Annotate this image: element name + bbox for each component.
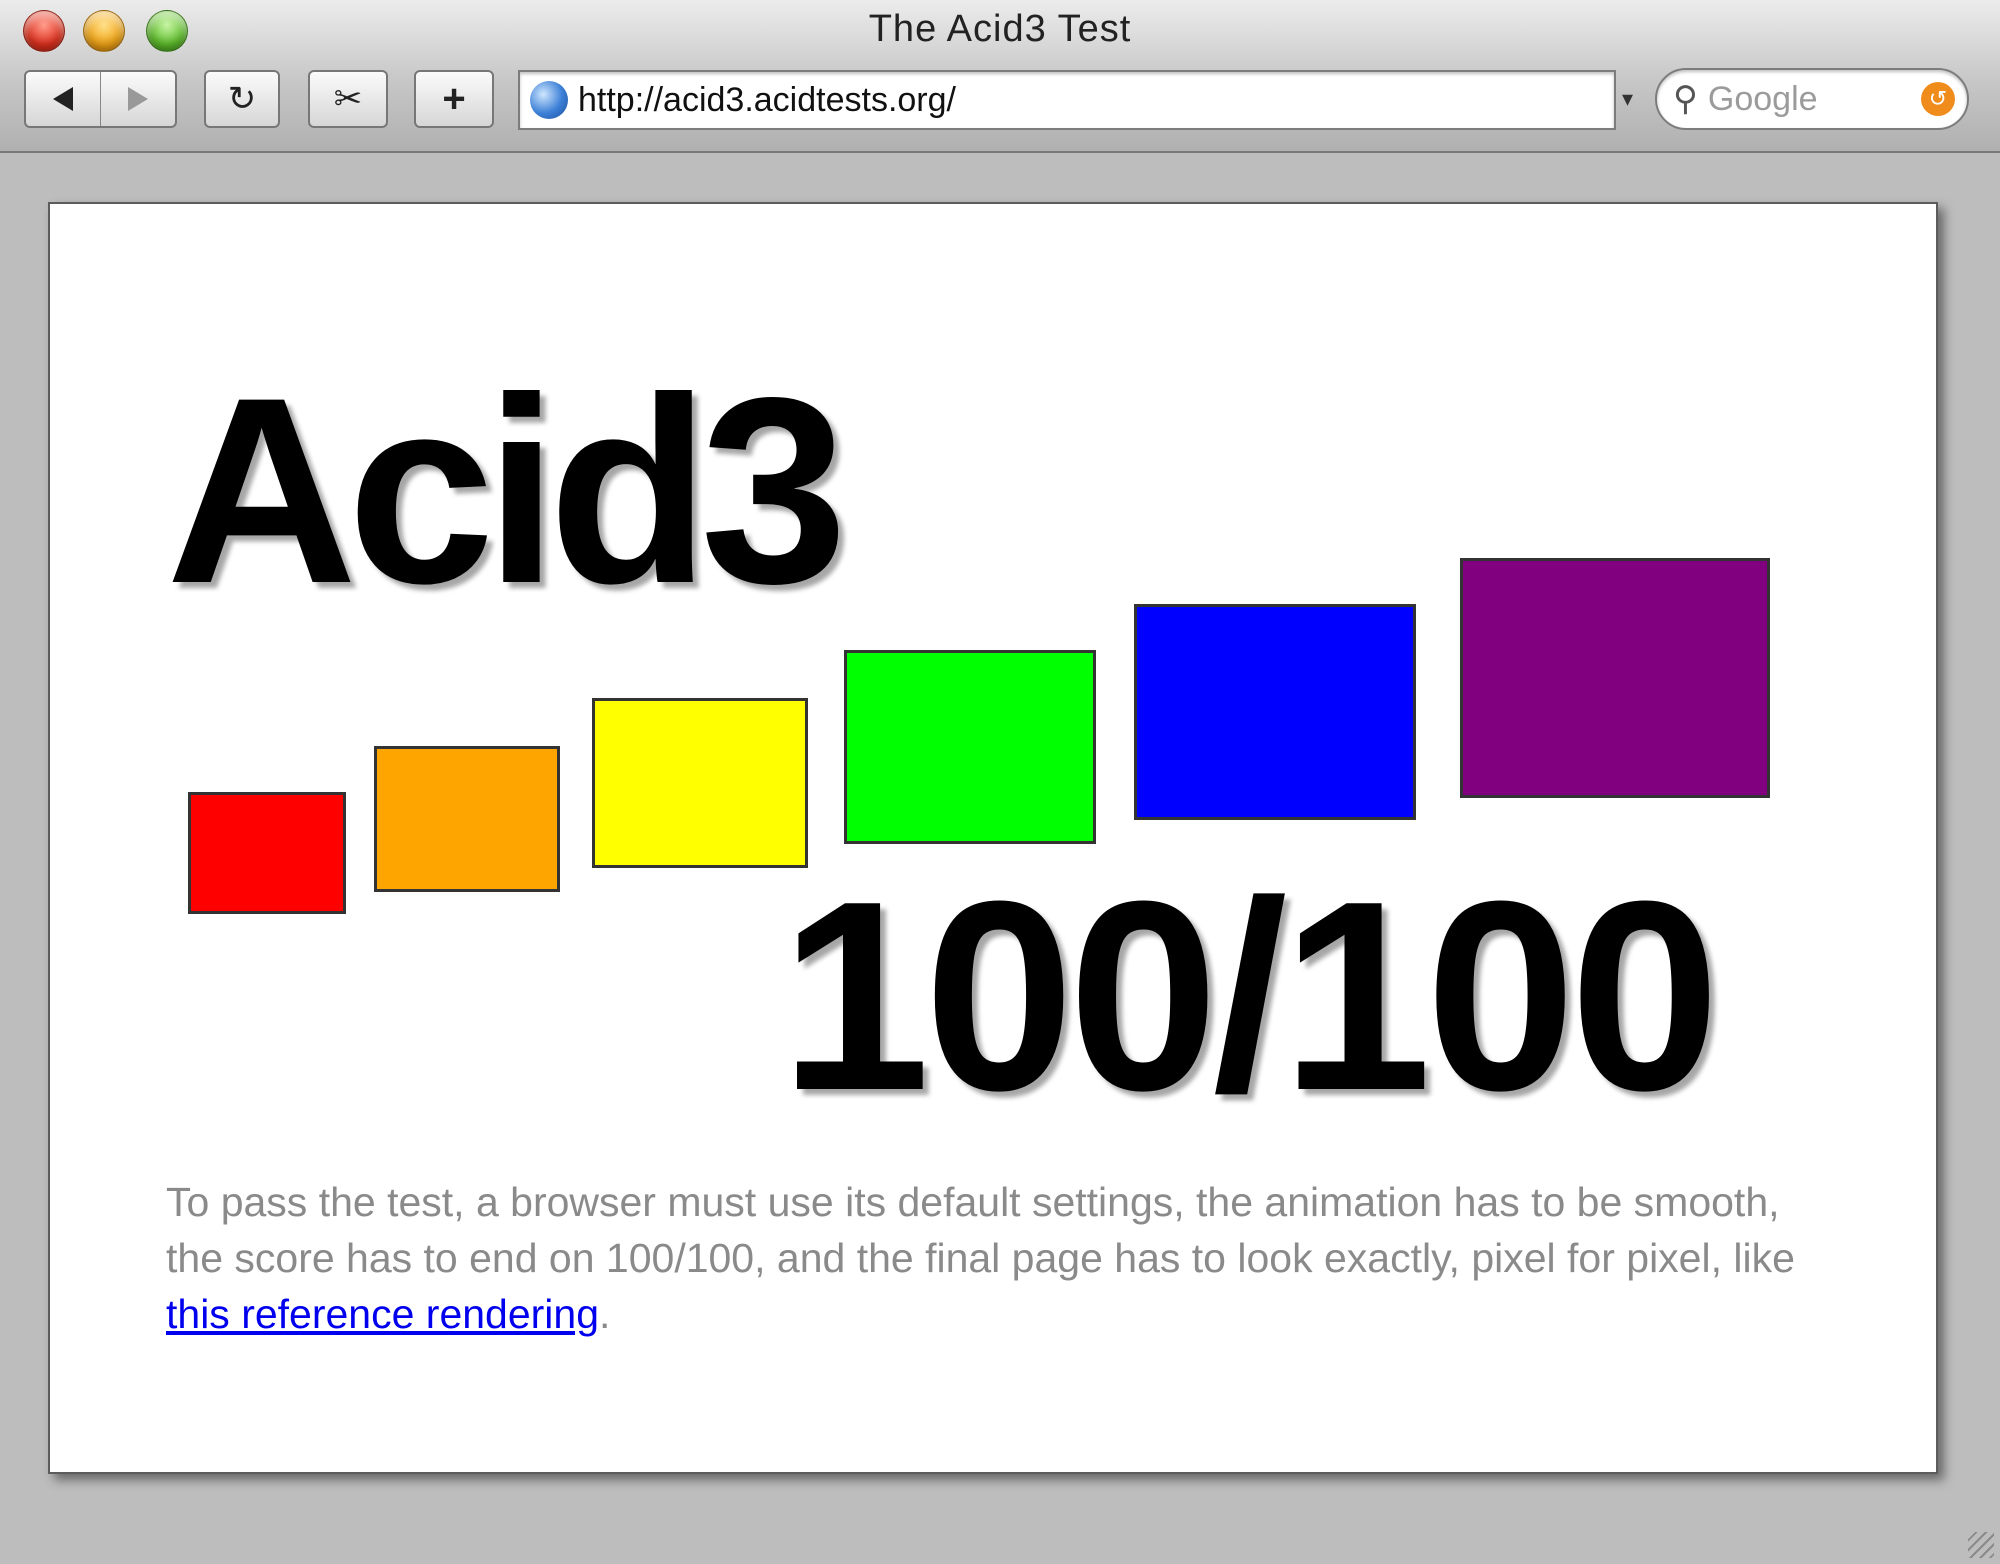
- forward-arrow-icon: [128, 87, 149, 111]
- purple-box: [1460, 558, 1770, 798]
- orange-box: [374, 746, 560, 892]
- back-forward-group: [24, 70, 177, 128]
- url-text: http://acid3.acidtests.org/: [578, 80, 956, 119]
- page-content: Acid3 100/100 To pass the test, a browse…: [48, 202, 1938, 1474]
- search-snapback-icon[interactable]: ↺: [1921, 82, 1955, 116]
- address-bar[interactable]: http://acid3.acidtests.org/: [518, 70, 1616, 130]
- score-text: 100/100: [780, 846, 1720, 1147]
- plus-icon: +: [442, 76, 466, 121]
- red-box: [188, 792, 346, 914]
- forward-button[interactable]: [101, 72, 175, 126]
- snip-icon: ✂: [333, 80, 363, 118]
- reload-icon: ↻: [227, 80, 257, 118]
- browser-toolbar: The Acid3 Test ↻ ✂ + http://acid3.acidte…: [0, 0, 2000, 153]
- blue-box: [1134, 604, 1416, 820]
- globe-icon: [530, 81, 568, 119]
- reload-button[interactable]: ↻: [204, 70, 280, 128]
- description-end: .: [599, 1291, 611, 1337]
- search-input[interactable]: ⚲ Google ↺: [1655, 68, 1969, 130]
- url-dropdown-icon[interactable]: ▾: [1622, 86, 1633, 112]
- back-arrow-icon: [52, 87, 73, 111]
- add-bookmark-button[interactable]: +: [414, 70, 494, 128]
- search-placeholder: Google: [1707, 79, 1818, 118]
- description-text: To pass the test, a browser must use its…: [166, 1179, 1795, 1281]
- search-icon: ⚲: [1673, 80, 1698, 118]
- description: To pass the test, a browser must use its…: [166, 1174, 1846, 1342]
- yellow-box: [592, 698, 808, 868]
- back-button[interactable]: [26, 72, 100, 126]
- green-box: [844, 650, 1096, 844]
- resize-grip[interactable]: [1968, 1532, 1994, 1558]
- snip-button[interactable]: ✂: [308, 70, 388, 128]
- reference-rendering-link[interactable]: this reference rendering: [166, 1291, 599, 1337]
- page-title: Acid3: [166, 343, 848, 639]
- window-title: The Acid3 Test: [868, 8, 1132, 50]
